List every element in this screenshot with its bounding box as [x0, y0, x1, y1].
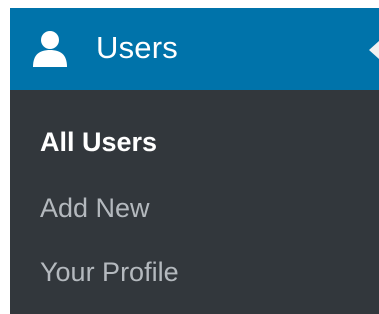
menu-item-users-label: Users	[96, 30, 178, 65]
admin-menu: Users All Users Add New Your Profile	[10, 8, 379, 314]
submenu-item-all-users[interactable]: All Users	[40, 124, 157, 160]
submenu-item-add-new[interactable]: Add New	[40, 190, 150, 226]
user-icon	[33, 31, 67, 67]
submenu-item-your-profile[interactable]: Your Profile	[40, 254, 179, 290]
menu-item-users[interactable]: Users	[10, 8, 379, 90]
users-submenu: All Users Add New Your Profile	[10, 90, 379, 314]
current-menu-arrow-icon	[369, 41, 379, 59]
